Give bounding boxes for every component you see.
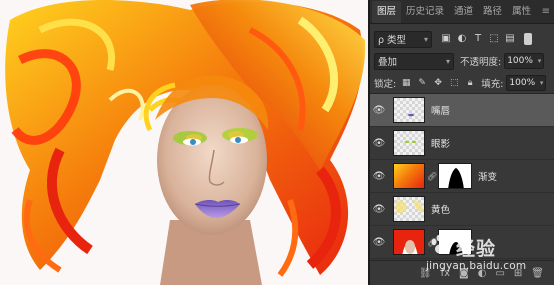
panel-menu-icon[interactable]: ≡ — [542, 1, 550, 23]
filter-kind-select[interactable]: ρ 类型 ▾ — [374, 30, 432, 48]
layer-mask-thumbnail[interactable] — [438, 229, 472, 255]
layer-style-icon[interactable]: fx — [441, 268, 450, 279]
lock-brush-icon[interactable]: ✎ — [417, 78, 427, 88]
opacity-label: 不透明度: — [460, 57, 502, 68]
opacity-value: 100% — [507, 56, 533, 66]
layer-row[interactable]: 👁︎ 黄色 — [370, 193, 554, 226]
eye-icon[interactable]: 👁︎ — [370, 204, 388, 215]
layer-row[interactable]: 👁︎ 嘴唇 — [370, 94, 554, 127]
lock-artboard-icon[interactable]: ⬚ — [449, 78, 459, 88]
lock-row: 锁定: ▦ ✎ ✥ ⬚ 🔒︎ 填充: 100% ▾ — [370, 72, 554, 94]
blend-row: 叠加 ▾ 不透明度: 100% ▾ — [370, 50, 554, 72]
lock-transparency-icon[interactable]: ▦ — [401, 78, 411, 88]
filter-kind-label: ρ 类型 — [378, 35, 407, 46]
layer-mask-thumbnail[interactable] — [438, 163, 472, 189]
type-filter-icon[interactable]: T — [472, 33, 484, 45]
layer-thumbnail[interactable] — [393, 196, 425, 222]
layer-filter-row: ρ 类型 ▾ ▣ ◐ T ⬚ ▤ — [370, 28, 554, 50]
new-layer-icon[interactable]: ⊞ — [514, 268, 522, 279]
filter-icons: ▣ ◐ T ⬚ ▤ — [440, 33, 532, 45]
layer-thumbnail[interactable] — [393, 130, 425, 156]
blend-mode-select[interactable]: 叠加 ▾ — [374, 52, 454, 70]
link-layers-icon[interactable]: ⛓ — [419, 268, 432, 279]
eye-icon[interactable]: 👁︎ — [370, 237, 388, 248]
eye-icon[interactable]: 👁︎ — [370, 171, 388, 182]
adjustment-layer-icon[interactable]: ◐ — [478, 268, 487, 279]
layer-thumbnail[interactable] — [393, 163, 425, 189]
layer-row[interactable]: 👁︎ 🔗︎ — [370, 226, 554, 259]
document-canvas[interactable] — [0, 0, 368, 285]
smart-object-filter-icon[interactable]: ▤ — [504, 33, 516, 45]
add-mask-icon[interactable]: ◙ — [459, 268, 469, 279]
tab-channels[interactable]: 通道 — [449, 1, 478, 23]
tab-layers[interactable]: 图层 — [372, 1, 402, 23]
chevron-down-icon: ▾ — [539, 78, 544, 87]
lock-icons: ▦ ✎ ✥ ⬚ 🔒︎ — [401, 78, 475, 88]
chevron-down-icon: ▾ — [537, 57, 542, 65]
fill-field[interactable]: 100% ▾ — [506, 74, 547, 91]
filter-toggle[interactable] — [524, 33, 532, 45]
pixel-filter-icon[interactable]: ▣ — [440, 33, 452, 45]
layer-row[interactable]: 👁︎ 眼影 — [370, 127, 554, 160]
eye-icon[interactable]: 👁︎ — [370, 138, 388, 149]
new-group-icon[interactable]: ▭ — [495, 268, 504, 279]
shape-filter-icon[interactable]: ⬚ — [488, 33, 500, 45]
fill-value: 100% — [509, 77, 536, 88]
eye-icon[interactable]: 👁︎ — [370, 105, 388, 116]
layers-list: 👁︎ 嘴唇 👁︎ 眼影 👁︎ 🔗︎ 渐变 👁︎ 黄色 👁︎ 🔗︎ — [370, 94, 554, 260]
layer-name[interactable]: 嘴唇 — [431, 103, 450, 117]
tab-paths[interactable]: 路径 — [478, 1, 507, 23]
tab-properties[interactable]: 属性 — [507, 1, 536, 23]
lock-all-icon[interactable]: 🔒︎ — [465, 78, 475, 88]
layer-name[interactable]: 渐变 — [478, 169, 497, 183]
panel-tabs: 图层 历史记录 通道 路径 属性 ≡ — [370, 0, 554, 24]
chevron-down-icon: ▾ — [445, 56, 450, 66]
adjustment-filter-icon[interactable]: ◐ — [456, 33, 468, 45]
chevron-down-icon: ▾ — [423, 34, 428, 44]
layers-panel: 图层 历史记录 通道 路径 属性 ≡ ρ 类型 ▾ ▣ ◐ T ⬚ ▤ 叠加 ▾… — [370, 0, 554, 285]
lock-move-icon[interactable]: ✥ — [433, 78, 443, 88]
layer-row[interactable]: 👁︎ 🔗︎ 渐变 — [370, 160, 554, 193]
layer-name[interactable]: 眼影 — [431, 136, 450, 150]
layer-thumbnail[interactable] — [393, 97, 425, 123]
blend-mode-value: 叠加 — [378, 57, 398, 68]
layers-footer: ⛓ fx ◙ ◐ ▭ ⊞ 🗑︎ — [370, 260, 554, 285]
link-icon[interactable]: 🔗︎ — [427, 172, 437, 181]
delete-layer-icon[interactable]: 🗑︎ — [531, 268, 544, 279]
link-icon[interactable]: 🔗︎ — [427, 238, 437, 247]
fill-label: 填充: — [481, 78, 504, 90]
tab-history[interactable]: 历史记录 — [401, 1, 449, 23]
layer-thumbnail[interactable] — [393, 229, 425, 255]
lock-label: 锁定: — [374, 78, 397, 90]
portrait-image — [0, 0, 368, 285]
opacity-field[interactable]: 100% ▾ — [504, 53, 545, 69]
layer-name[interactable]: 黄色 — [431, 202, 450, 216]
